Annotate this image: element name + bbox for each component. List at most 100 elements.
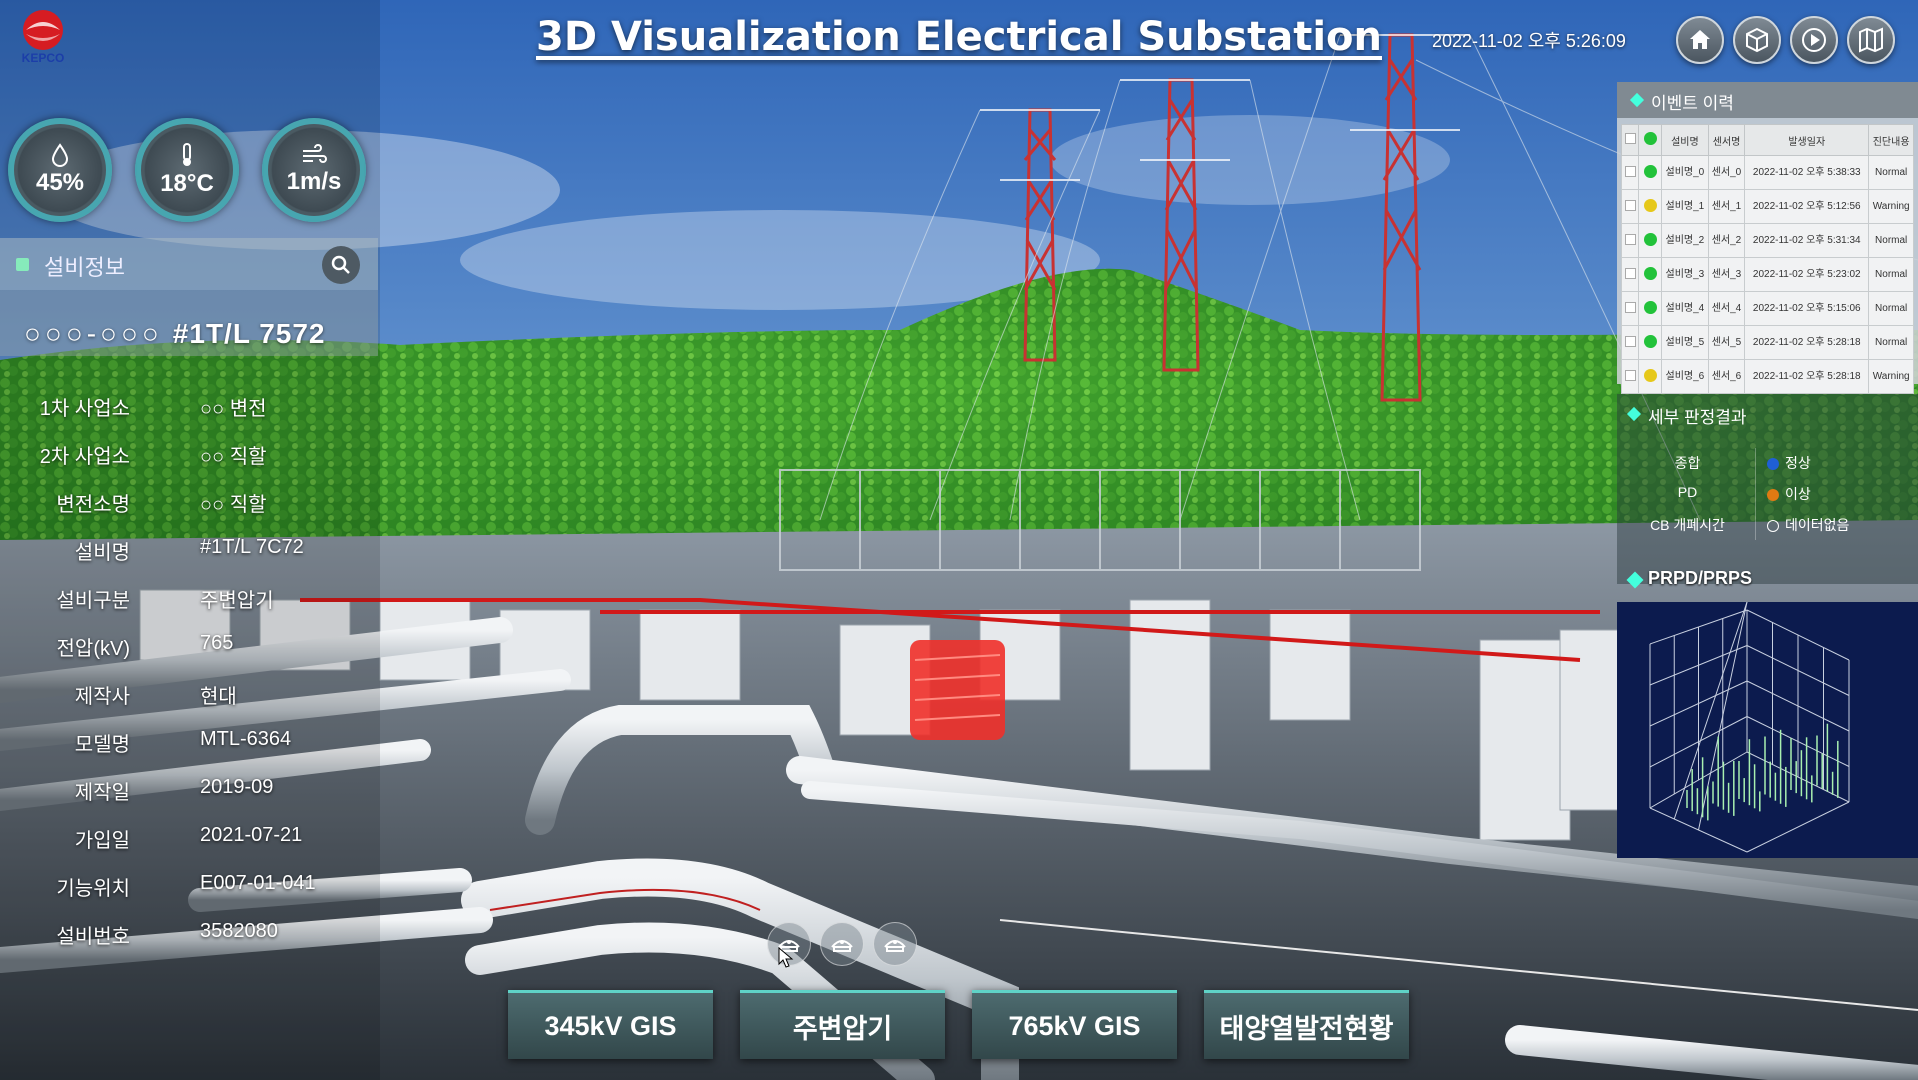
nav-main-transformer-button[interactable]: 주변압기 bbox=[740, 990, 945, 1059]
detail-results-title: 세부 판정결과 bbox=[1648, 408, 1747, 427]
sensor-name-cell: 센서_3 bbox=[1707, 257, 1746, 292]
info-label: 제작사 bbox=[74, 686, 130, 708]
cube-icon bbox=[1746, 27, 1768, 53]
row-checkbox[interactable] bbox=[1624, 301, 1636, 313]
status-cell bbox=[1638, 325, 1662, 360]
nav-345kv-gis-button[interactable]: 345kV GIS bbox=[508, 990, 713, 1059]
info-label: 기능위치 bbox=[56, 878, 130, 900]
diagnosis-cell: Warning bbox=[1868, 359, 1914, 394]
search-button[interactable] bbox=[322, 246, 360, 284]
table-row[interactable]: 설비명_5 센서_5 2022-11-02 오후 5:28:18 Normal bbox=[1621, 325, 1914, 360]
info-label: 가입일 bbox=[74, 830, 130, 852]
status-dot bbox=[1643, 132, 1657, 145]
table-row[interactable]: 설비명_0 센서_0 2022-11-02 오후 5:38:33 Normal bbox=[1621, 155, 1914, 190]
detail-legend-item: 이상 bbox=[1767, 484, 1811, 504]
status-cell bbox=[1638, 359, 1662, 394]
date-cell: 2022-11-02 오후 5:28:18 bbox=[1744, 325, 1870, 360]
info-row: 제작사 현대 bbox=[0, 680, 380, 720]
date-cell: 2022-11-02 오후 5:23:02 bbox=[1744, 257, 1870, 292]
temperature-gauge: 18°C bbox=[135, 118, 239, 222]
row-checkbox[interactable] bbox=[1624, 267, 1636, 279]
sensor-name-cell: 센서_1 bbox=[1707, 189, 1746, 224]
wind-gauge: 1m/s bbox=[262, 118, 366, 222]
cctv-camera-button[interactable] bbox=[820, 922, 864, 966]
equipment-info-header: 설비정보 bbox=[0, 238, 378, 290]
legend-dot bbox=[1767, 489, 1779, 501]
select-all-checkbox[interactable] bbox=[1624, 133, 1636, 144]
sensor-name-cell: 센서_5 bbox=[1707, 325, 1746, 360]
select-all-checkbox-cell[interactable] bbox=[1621, 124, 1639, 156]
date-cell: 2022-11-02 오후 5:15:06 bbox=[1744, 291, 1870, 326]
prpd-title: PRPD/PRPS bbox=[1648, 568, 1753, 588]
equipment-id: ○○○-○○○ #1T/L 7572 bbox=[24, 318, 326, 350]
equipment-code-mask: ○○○-○○○ bbox=[24, 318, 163, 349]
row-checkbox-cell[interactable] bbox=[1621, 257, 1639, 292]
wind-icon bbox=[303, 144, 327, 163]
row-checkbox[interactable] bbox=[1624, 233, 1636, 245]
info-label: 모델명 bbox=[74, 734, 130, 756]
equipment-name-cell: 설비명_5 bbox=[1661, 325, 1709, 360]
info-label: 제작일 bbox=[74, 782, 130, 804]
diagnosis-cell: Normal bbox=[1868, 223, 1914, 258]
diagnosis-cell: Normal bbox=[1868, 291, 1914, 326]
row-checkbox[interactable] bbox=[1624, 199, 1636, 211]
home-button[interactable] bbox=[1676, 16, 1724, 64]
column-header[interactable]: 센서명 bbox=[1707, 124, 1746, 156]
info-value: 2019-09 bbox=[200, 776, 274, 798]
camera-icon bbox=[884, 940, 906, 952]
row-checkbox-cell[interactable] bbox=[1621, 359, 1639, 394]
row-checkbox[interactable] bbox=[1624, 335, 1636, 347]
status-cell bbox=[1638, 257, 1662, 292]
table-row[interactable]: 설비명_4 센서_4 2022-11-02 오후 5:15:06 Normal bbox=[1621, 291, 1914, 326]
nav-solar-status-button[interactable]: 태양열발전현황 bbox=[1204, 990, 1409, 1059]
cctv-camera-button[interactable] bbox=[873, 922, 917, 966]
map-button[interactable] bbox=[1847, 16, 1895, 64]
info-row: 설비명 #1T/L 7C72 bbox=[0, 536, 380, 576]
diagnosis-cell: Warning bbox=[1868, 189, 1914, 224]
table-row[interactable]: 설비명_6 센서_6 2022-11-02 오후 5:28:18 Warning bbox=[1621, 359, 1914, 394]
prpd-3d-plot[interactable] bbox=[1617, 601, 1918, 858]
column-header[interactable]: 설비명 bbox=[1661, 124, 1709, 156]
info-row: 변전소명 ○○ 직할 bbox=[0, 488, 380, 528]
status-cell bbox=[1638, 155, 1662, 190]
wind-value: 1m/s bbox=[286, 168, 342, 195]
3d-view-button[interactable] bbox=[1733, 16, 1781, 64]
row-checkbox-cell[interactable] bbox=[1621, 325, 1639, 360]
status-dot bbox=[1643, 334, 1657, 348]
nav-765kv-gis-button[interactable]: 765kV GIS bbox=[972, 990, 1177, 1059]
legend-text: 이상 bbox=[1785, 486, 1811, 502]
table-row[interactable]: 설비명_2 센서_2 2022-11-02 오후 5:31:34 Normal bbox=[1621, 223, 1914, 258]
status-dot bbox=[1643, 232, 1657, 246]
date-cell: 2022-11-02 오후 5:28:18 bbox=[1744, 359, 1870, 394]
column-header[interactable]: 발생일자 bbox=[1744, 124, 1870, 156]
row-checkbox-cell[interactable] bbox=[1621, 223, 1639, 258]
status-cell bbox=[1638, 291, 1662, 326]
date-cell: 2022-11-02 오후 5:31:34 bbox=[1744, 223, 1870, 258]
table-row[interactable]: 설비명_1 센서_1 2022-11-02 오후 5:12:56 Warning bbox=[1621, 189, 1914, 224]
table-row[interactable]: 설비명_3 센서_3 2022-11-02 오후 5:23:02 Normal bbox=[1621, 257, 1914, 292]
play-button[interactable] bbox=[1790, 16, 1838, 64]
equipment-name-cell: 설비명_0 bbox=[1661, 155, 1709, 190]
equipment-name-cell: 설비명_2 bbox=[1661, 223, 1709, 258]
status-dot bbox=[1643, 300, 1657, 314]
datetime-display: 2022-11-02 오후 5:26:09 bbox=[1432, 31, 1626, 51]
info-label: 설비명 bbox=[74, 542, 130, 564]
home-icon bbox=[1690, 30, 1710, 49]
event-history-table: 설비명 센서명 발생일자 진단내용 설비명_0 센서_0 2022-11-02 오후… bbox=[1621, 124, 1914, 394]
row-checkbox[interactable] bbox=[1624, 165, 1636, 177]
diagnosis-cell: Normal bbox=[1868, 325, 1914, 360]
info-row: 제작일 2019-09 bbox=[0, 776, 380, 816]
detail-legend-item: 데이터없음 bbox=[1767, 515, 1849, 535]
info-row: 전압(kV) 765 bbox=[0, 632, 380, 672]
row-checkbox[interactable] bbox=[1624, 369, 1636, 381]
row-checkbox-cell[interactable] bbox=[1621, 189, 1639, 224]
info-value: 현대 bbox=[200, 686, 237, 708]
temperature-value: 18°C bbox=[160, 170, 214, 197]
column-header[interactable]: 진단내용 bbox=[1868, 124, 1914, 156]
info-label: 설비번호 bbox=[56, 926, 130, 948]
legend-dot bbox=[1767, 458, 1779, 470]
row-checkbox-cell[interactable] bbox=[1621, 155, 1639, 190]
row-checkbox-cell[interactable] bbox=[1621, 291, 1639, 326]
prpd-plot-svg bbox=[1649, 601, 1850, 853]
humidity-value: 45% bbox=[35, 169, 85, 196]
